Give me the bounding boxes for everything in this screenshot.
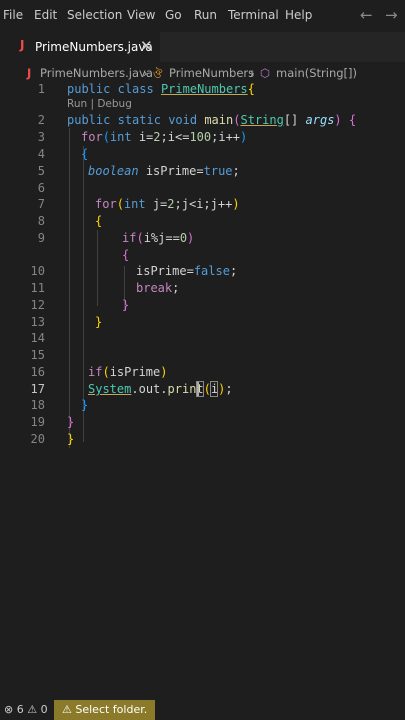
line-number: 17 (30, 382, 45, 396)
select-folder-label: Select folder. (75, 703, 148, 716)
breadcrumb-file[interactable]: PrimeNumbers.java (40, 66, 153, 80)
menu-run[interactable]: Run (194, 8, 217, 22)
code-line-12[interactable]: break; (136, 281, 179, 295)
line-number: 16 (30, 365, 45, 379)
line-number: 20 (30, 432, 45, 446)
arrow-right-icon[interactable]: → (385, 6, 398, 24)
menu-bar: File Edit Selection View Go Run Terminal… (0, 0, 405, 32)
code-line-20[interactable]: } (67, 415, 74, 429)
tab-primenumbers[interactable]: J PrimeNumbers.java ✕ (0, 32, 160, 62)
code-line-14[interactable]: } (95, 315, 102, 329)
menu-file[interactable]: File (3, 8, 23, 22)
line-number: 1 (37, 82, 45, 96)
indent-guide (69, 128, 70, 448)
menu-go[interactable]: Go (165, 8, 182, 22)
bracket-match-box (210, 381, 218, 397)
tab-label: PrimeNumbers.java (35, 40, 153, 54)
line-number: 13 (30, 315, 45, 329)
line-number: 3 (37, 130, 45, 144)
indent-guide (97, 230, 98, 306)
code-line-8[interactable]: { (95, 214, 102, 228)
line-number: 19 (30, 415, 45, 429)
status-bar: ⊗ 6 ⚠ 0 ⚠ Select folder. (0, 700, 405, 720)
chevron-right-icon: › (143, 66, 148, 80)
code-line-3[interactable]: for(int i=2;i<=100;i++) (81, 130, 247, 144)
line-number: 11 (30, 281, 45, 295)
line-number: 7 (37, 197, 45, 211)
line-number: 5 (37, 164, 45, 178)
warning-icon: ⚠ (27, 703, 38, 716)
line-number: 14 (30, 331, 45, 345)
line-number: 9 (37, 231, 45, 245)
line-number: 18 (30, 398, 45, 412)
close-icon[interactable]: ✕ (140, 37, 153, 55)
line-number: 15 (30, 348, 45, 362)
text-cursor (197, 382, 199, 396)
menu-selection[interactable]: Selection (67, 8, 122, 22)
error-icon: ⊗ (4, 703, 14, 716)
menu-terminal[interactable]: Terminal (228, 8, 279, 22)
line-number: 8 (37, 214, 45, 228)
select-folder-button[interactable]: ⚠ Select folder. (54, 700, 156, 720)
java-file-icon: J (27, 66, 32, 80)
method-icon: ⬡ (260, 66, 271, 80)
code-line-21[interactable]: } (67, 432, 74, 446)
java-file-icon: J (20, 38, 25, 52)
code-line-10[interactable]: { (122, 248, 129, 262)
error-count: 6 (16, 703, 24, 716)
line-number: 12 (30, 298, 45, 312)
line-number: 10 (30, 264, 45, 278)
line-number: 2 (37, 113, 45, 127)
menu-view[interactable]: View (127, 8, 155, 22)
code-line-9[interactable]: if(i%j==0) (122, 231, 194, 245)
menu-help[interactable]: Help (285, 8, 312, 22)
tab-bar: J PrimeNumbers.java ✕ (0, 32, 405, 62)
code-line-13[interactable]: } (122, 298, 129, 312)
breadcrumb-class[interactable]: PrimeNumbers (169, 66, 254, 80)
code-line-11[interactable]: isPrime=false; (136, 264, 237, 278)
warning-count: 0 (40, 703, 48, 716)
breadcrumb-method[interactable]: main(String[]) (276, 66, 357, 80)
line-number: 6 (37, 181, 45, 195)
code-line-2[interactable]: public static void main(String[] args) { (67, 113, 356, 127)
warning-icon: ⚠ (62, 703, 72, 716)
code-line-5[interactable]: boolean isPrime=true; (88, 164, 240, 178)
chevron-right-icon: › (250, 66, 255, 80)
code-editor[interactable]: 1 2 3 4 5 6 7 8 9 10 11 12 13 14 15 16 1… (0, 80, 405, 700)
menu-edit[interactable]: Edit (34, 8, 57, 22)
code-line-7[interactable]: for(int j=2;j<i;j++) (95, 197, 240, 211)
code-line-17[interactable]: if(isPrime) (88, 365, 168, 379)
codelens-run-debug[interactable]: Run | Debug (67, 98, 132, 110)
arrow-left-icon[interactable]: ← (360, 6, 373, 24)
code-line-1[interactable]: public class PrimeNumbers{ (67, 82, 255, 96)
code-line-4[interactable]: { (81, 147, 88, 161)
line-number: 4 (37, 147, 45, 161)
code-line-19[interactable]: } (81, 398, 88, 412)
problems-indicator[interactable]: ⊗ 6 ⚠ 0 (4, 703, 48, 716)
